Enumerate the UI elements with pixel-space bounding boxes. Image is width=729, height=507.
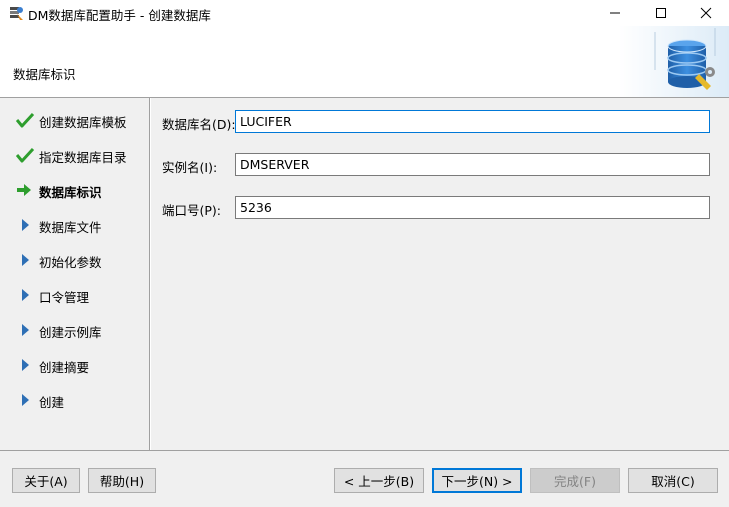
triangle-right-icon — [22, 219, 29, 231]
close-icon — [700, 7, 712, 19]
step-label: 指定数据库目录 — [39, 150, 127, 165]
next-button[interactable]: 下一步(N) > — [432, 468, 522, 493]
instance-name-label: 实例名(I): — [162, 160, 218, 175]
step-database-identity: 数据库标识 — [0, 179, 150, 201]
title-bar[interactable]: DM数据库配置助手 - 创建数据库 — [0, 0, 729, 26]
step-label: 数据库标识 — [39, 185, 102, 200]
db-name-label: 数据库名(D): — [162, 117, 236, 132]
step-password-management: 口令管理 — [0, 284, 150, 306]
database-identity-form: 数据库名(D): LUCIFER 实例名(I): DMSERVER 端口号(P)… — [151, 98, 729, 450]
step-label: 口令管理 — [39, 290, 90, 305]
step-summary: 创建摘要 — [0, 354, 150, 376]
wizard-steps-sidebar: 创建数据库模板 指定数据库目录 数据库标识 数据库文件 初始化参数 口令管理 创… — [0, 98, 150, 450]
step-label: 创建摘要 — [39, 360, 90, 375]
app-icon — [10, 7, 23, 20]
triangle-right-icon — [22, 359, 29, 371]
step-label: 创建数据库模板 — [39, 115, 127, 130]
minimize-button[interactable] — [592, 0, 638, 26]
triangle-right-icon — [22, 289, 29, 301]
checkmark-icon — [16, 112, 34, 128]
close-button[interactable] — [683, 0, 729, 26]
previous-button[interactable]: < 上一步(B) — [334, 468, 424, 493]
about-button[interactable]: 关于(A) — [12, 468, 80, 493]
page-title: 数据库标识 — [13, 67, 76, 82]
port-label: 端口号(P): — [162, 203, 222, 218]
wizard-header: 数据库标识 — [0, 26, 729, 98]
triangle-right-icon — [22, 324, 29, 336]
maximize-icon — [656, 8, 666, 18]
step-create-template: 创建数据库模板 — [0, 109, 150, 131]
triangle-right-icon — [22, 394, 29, 406]
step-label: 创建示例库 — [39, 325, 102, 340]
port-input[interactable]: 5236 — [235, 196, 710, 219]
maximize-button[interactable] — [638, 0, 684, 26]
cancel-button[interactable]: 取消(C) — [628, 468, 718, 493]
step-init-params: 初始化参数 — [0, 249, 150, 271]
step-database-files: 数据库文件 — [0, 214, 150, 236]
step-sample-database: 创建示例库 — [0, 319, 150, 341]
arrow-right-icon — [17, 184, 31, 196]
finish-button[interactable]: 完成(F) — [530, 468, 620, 493]
window-title: DM数据库配置助手 - 创建数据库 — [28, 8, 211, 23]
step-label: 初始化参数 — [39, 255, 102, 270]
db-name-input[interactable]: LUCIFER — [235, 110, 710, 133]
help-button[interactable]: 帮助(H) — [88, 468, 156, 493]
wizard-footer: 关于(A) 帮助(H) < 上一步(B) 下一步(N) > 完成(F) 取消(C… — [0, 451, 729, 507]
step-create: 创建 — [0, 389, 150, 411]
database-config-icon — [619, 26, 729, 98]
checkmark-icon — [16, 147, 34, 163]
step-specify-directory: 指定数据库目录 — [0, 144, 150, 166]
instance-name-input[interactable]: DMSERVER — [235, 153, 710, 176]
step-label: 数据库文件 — [39, 220, 102, 235]
step-label: 创建 — [39, 395, 65, 410]
triangle-right-icon — [22, 254, 29, 266]
minimize-icon — [610, 12, 620, 14]
